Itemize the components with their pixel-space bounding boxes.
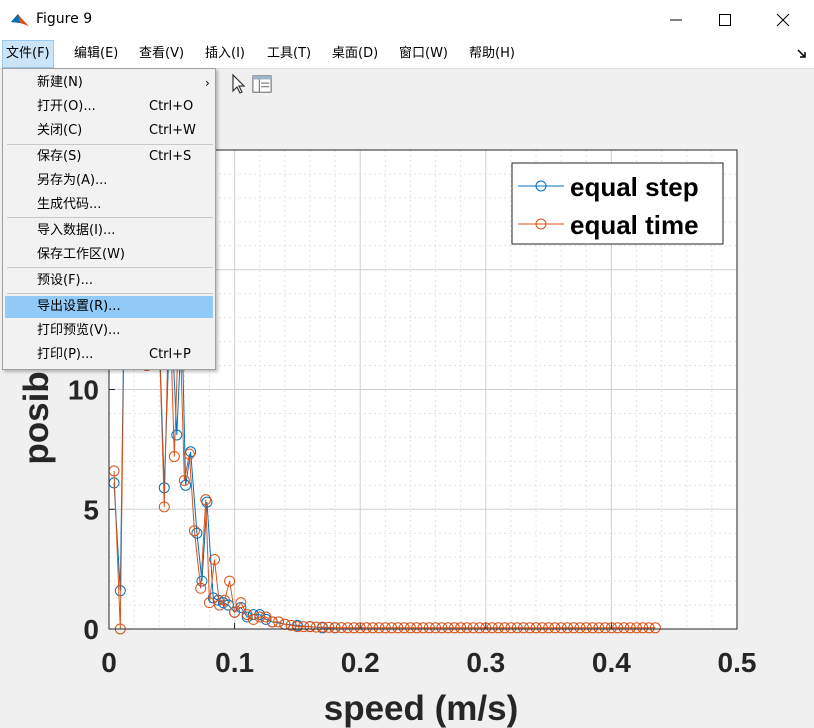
menu-item-label: 保存工作区(W) [37,247,125,262]
menu-item-new[interactable]: 新建(N) › [5,72,213,94]
menu-item-label: 生成代码... [37,197,102,212]
menu-separator [7,293,213,294]
menu-separator [7,217,213,218]
menu-separator [7,144,213,145]
menu-item-close[interactable]: 关闭(C) Ctrl+W [5,120,213,142]
file-menu-dropdown: 新建(N) › 打开(O)... Ctrl+O 关闭(C) Ctrl+W 保存(… [2,68,216,370]
menu-item-label: 导入数据(I)... [37,223,116,238]
menu-item-import-data[interactable]: 导入数据(I)... [5,220,213,242]
menu-item-export-setup[interactable]: 导出设置(R)... [5,296,213,318]
menu-item-label: 关闭(C) [37,123,83,138]
menu-item-save[interactable]: 保存(S) Ctrl+S [5,146,213,168]
menu-item-print-preview[interactable]: 打印预览(V)... [5,320,213,342]
menu-item-label: 新建(N) [37,75,83,90]
y-tick-label: 10 [68,375,99,406]
menu-item-save-workspace[interactable]: 保存工作区(W) [5,244,213,266]
menu-item-shortcut: Ctrl+O [149,99,194,114]
x-tick-label: 0.3 [466,647,505,678]
menu-item-print[interactable]: 打印(P)... Ctrl+P [5,344,213,366]
y-tick-label: 5 [83,494,99,525]
menu-item-label: 打开(O)... [37,99,96,114]
menu-item-label: 打印预览(V)... [37,323,121,338]
legend-label-equal-step: equal step [570,172,699,202]
menu-item-open[interactable]: 打开(O)... Ctrl+O [5,96,213,118]
x-tick-label: 0 [101,647,117,678]
submenu-arrow-icon: › [205,76,210,90]
menu-separator [7,267,213,268]
legend-label-equal-time: equal time [570,210,699,240]
menu-item-label: 导出设置(R)... [37,299,121,314]
x-tick-label: 0.5 [718,647,757,678]
menu-item-shortcut: Ctrl+W [149,123,196,138]
menu-item-label: 预设(F)... [37,273,94,288]
menu-item-shortcut: Ctrl+S [149,149,192,164]
menu-item-label: 打印(P)... [37,347,94,362]
x-tick-label: 0.1 [215,647,254,678]
x-tick-label: 0.4 [592,647,631,678]
y-tick-label: 0 [83,614,99,645]
x-tick-label: 0.2 [341,647,380,678]
menu-item-shortcut: Ctrl+P [149,347,191,362]
menu-item-generate-code[interactable]: 生成代码... [5,194,213,216]
menu-item-label: 保存(S) [37,149,82,164]
legend[interactable]: equal step equal time [511,162,724,245]
menu-item-preferences[interactable]: 预设(F)... [5,270,213,292]
x-axis-label: speed (m/s) [324,689,519,728]
y-axis-label: posib [17,371,56,464]
menu-item-save-as[interactable]: 另存为(A)... [5,170,213,192]
menu-item-label: 另存为(A)... [37,173,108,188]
